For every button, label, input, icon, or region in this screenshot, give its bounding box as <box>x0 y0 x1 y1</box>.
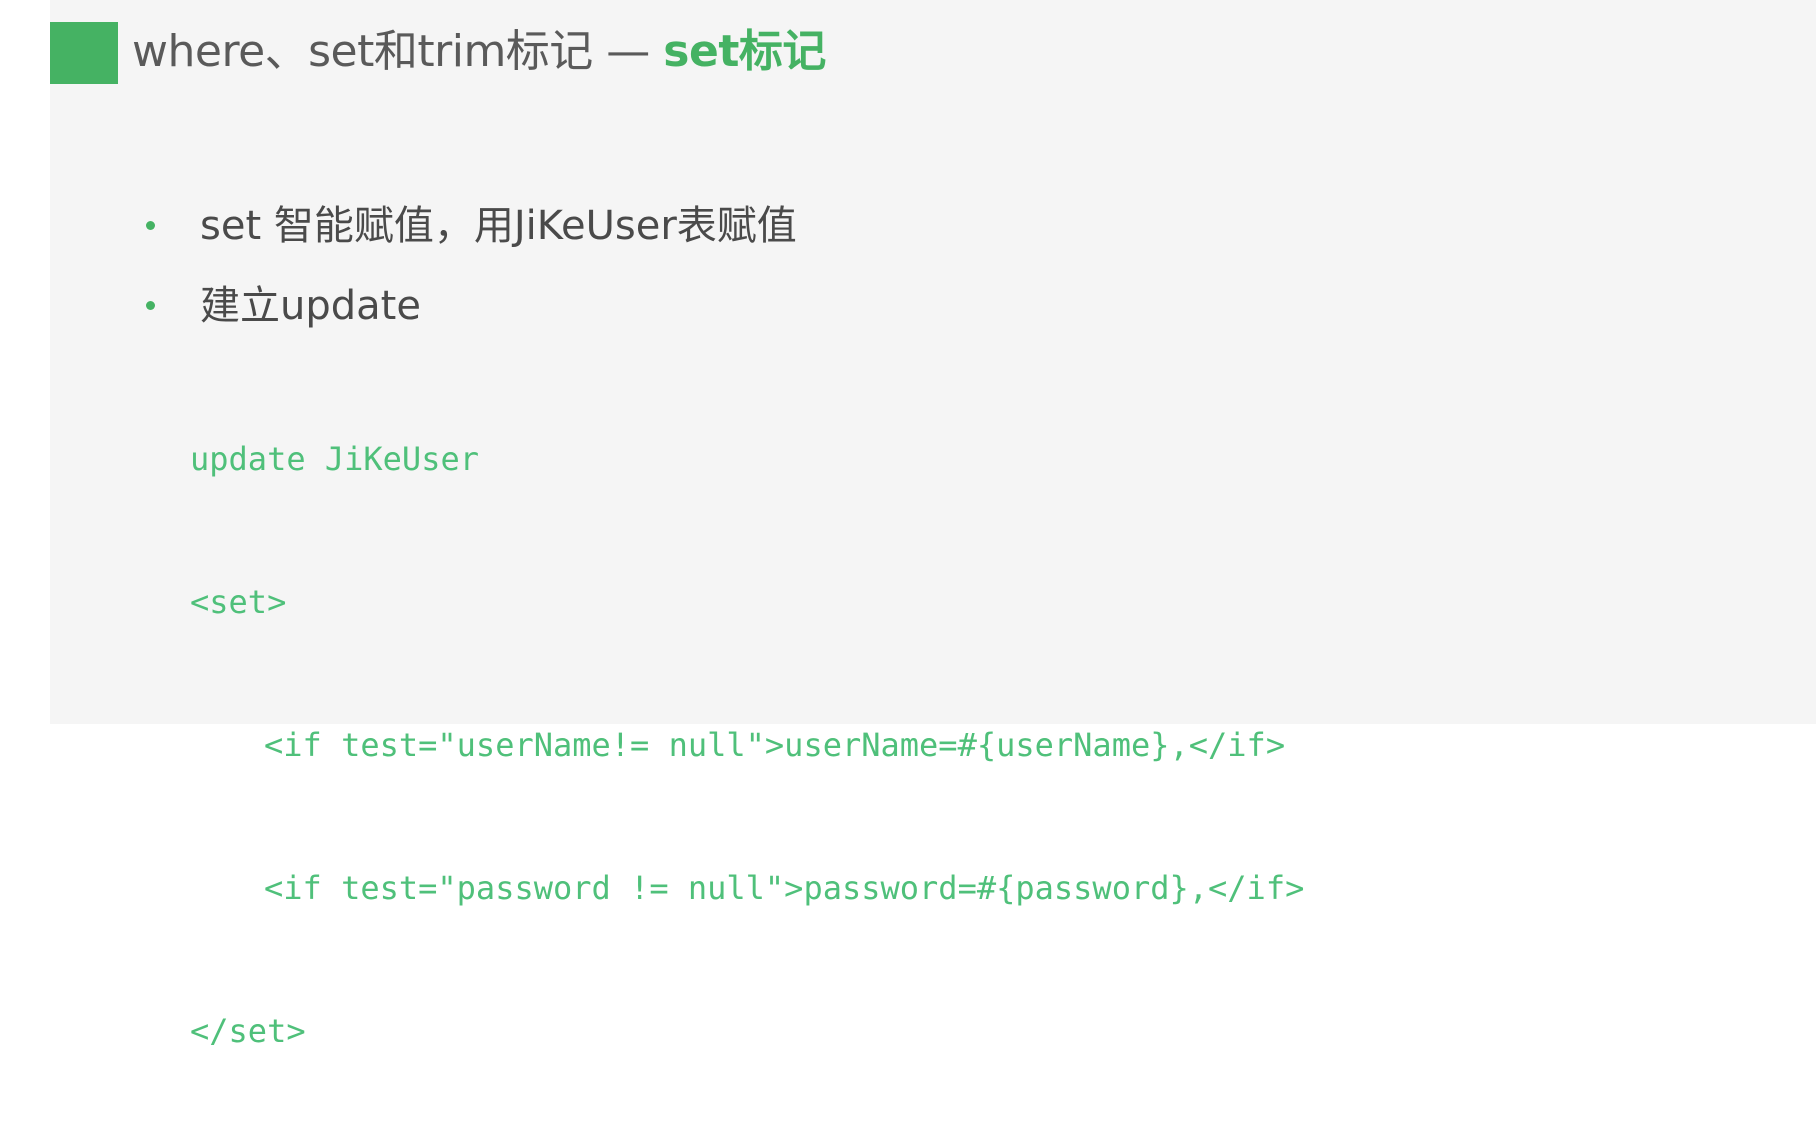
bullet-dot-icon <box>146 301 155 310</box>
bullet-text: 建立update <box>200 283 421 329</box>
code-block: update JiKeUser <set> <if test="userName… <box>190 350 1304 1141</box>
code-line: <set> <box>190 583 287 621</box>
bullet-text: set 智能赋值，用JiKeUser表赋值 <box>200 203 797 249</box>
code-line: <if test="password != null">password=#{p… <box>264 869 1305 907</box>
code-line: </set> <box>190 1012 306 1050</box>
slide-title: where、set和trim标记 — set标记 <box>132 16 826 88</box>
slide-title-accent: set标记 <box>663 26 826 77</box>
code-line: <if test="userName!= null">userName=#{us… <box>264 726 1286 764</box>
title-marker-block <box>50 22 118 84</box>
slide: where、set和trim标记 — set标记 set 智能赋值，用JiKeU… <box>50 0 1816 1050</box>
bullet-dot-icon <box>146 221 155 230</box>
slide-title-main: where、set和trim标记 — <box>132 26 664 77</box>
code-line: update JiKeUser <box>190 440 479 478</box>
